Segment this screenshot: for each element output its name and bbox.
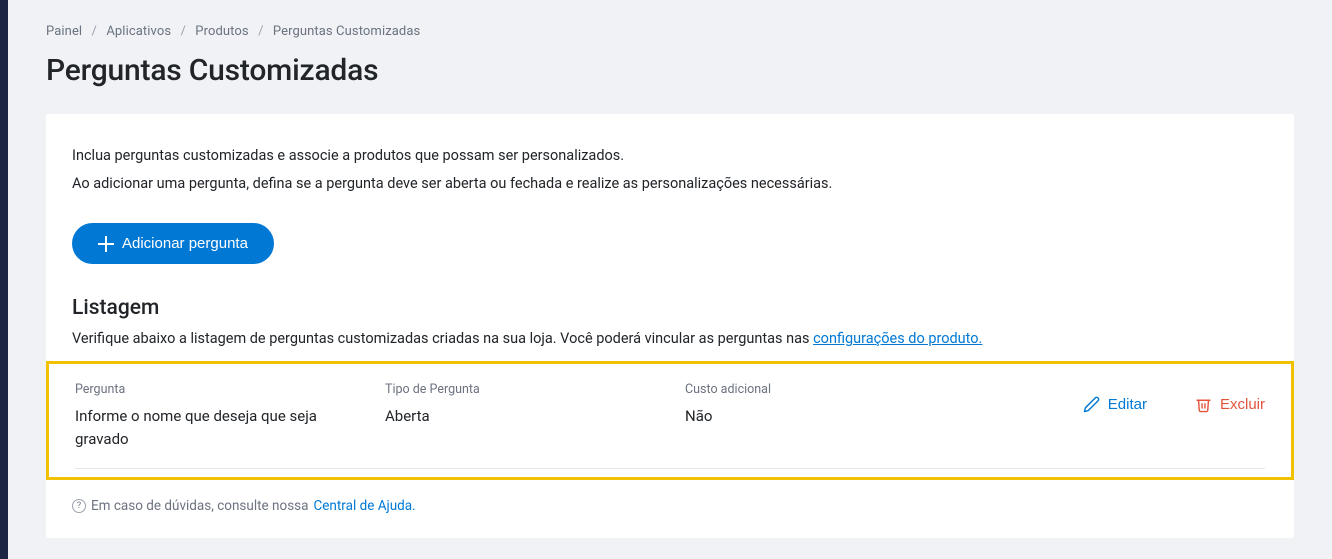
product-settings-link[interactable]: configurações do produto. bbox=[813, 330, 982, 347]
edit-button[interactable]: Editar bbox=[1083, 396, 1147, 413]
breadcrumb-separator: / bbox=[258, 24, 263, 39]
footer-help: ? Em caso de dúvidas, consulte nossa Cen… bbox=[46, 480, 1294, 514]
value-type: Aberta bbox=[385, 405, 685, 428]
listing-highlight: Pergunta Informe o nome que deseja que s… bbox=[46, 361, 1294, 480]
listing-desc-text: Verifique abaixo a listagem de perguntas… bbox=[72, 330, 813, 347]
header-area: Painel / Aplicativos / Produtos / Pergun… bbox=[8, 0, 1332, 88]
add-question-button[interactable]: Adicionar pergunta bbox=[72, 223, 274, 264]
edit-label: Editar bbox=[1108, 396, 1147, 413]
header-cost: Custo adicional bbox=[685, 382, 935, 397]
breadcrumb-painel[interactable]: Painel bbox=[46, 24, 82, 39]
value-cost: Não bbox=[685, 405, 935, 428]
col-actions: Editar Excluir bbox=[935, 382, 1265, 413]
breadcrumb-current: Perguntas Customizadas bbox=[273, 24, 420, 39]
breadcrumb-separator: / bbox=[92, 24, 97, 39]
value-question: Informe o nome que deseja que seja grava… bbox=[75, 405, 365, 450]
content-card: Inclua perguntas customizadas e associe … bbox=[46, 114, 1294, 538]
pencil-icon bbox=[1083, 396, 1100, 413]
header-type: Tipo de Pergunta bbox=[385, 382, 685, 397]
page: Painel / Aplicativos / Produtos / Pergun… bbox=[0, 0, 1332, 538]
side-accent bbox=[0, 0, 8, 559]
col-cost: Custo adicional Não bbox=[685, 382, 935, 428]
help-icon: ? bbox=[72, 499, 86, 513]
col-question: Pergunta Informe o nome que deseja que s… bbox=[75, 382, 385, 450]
table-row: Pergunta Informe o nome que deseja que s… bbox=[75, 372, 1265, 469]
breadcrumb-aplicativos[interactable]: Aplicativos bbox=[106, 24, 171, 39]
intro-line-1: Inclua perguntas customizadas e associe … bbox=[72, 142, 1268, 170]
intro-line-2: Ao adicionar uma pergunta, defina se a p… bbox=[72, 170, 1268, 198]
listing-description: Verifique abaixo a listagem de perguntas… bbox=[72, 330, 1268, 347]
page-title: Perguntas Customizadas bbox=[46, 53, 1294, 88]
plus-icon bbox=[98, 236, 114, 252]
delete-button[interactable]: Excluir bbox=[1195, 396, 1265, 413]
breadcrumb: Painel / Aplicativos / Produtos / Pergun… bbox=[46, 24, 1294, 39]
listing-title: Listagem bbox=[72, 296, 1268, 320]
help-center-link[interactable]: Central de Ajuda. bbox=[313, 498, 415, 514]
delete-label: Excluir bbox=[1220, 396, 1265, 413]
footer-text: Em caso de dúvidas, consulte nossa bbox=[91, 498, 308, 514]
header-question: Pergunta bbox=[75, 382, 365, 397]
breadcrumb-separator: / bbox=[180, 24, 185, 39]
breadcrumb-produtos[interactable]: Produtos bbox=[195, 24, 248, 39]
trash-icon bbox=[1195, 396, 1212, 413]
col-type: Tipo de Pergunta Aberta bbox=[385, 382, 685, 428]
add-button-label: Adicionar pergunta bbox=[122, 235, 248, 252]
intro-text: Inclua perguntas customizadas e associe … bbox=[72, 142, 1268, 197]
